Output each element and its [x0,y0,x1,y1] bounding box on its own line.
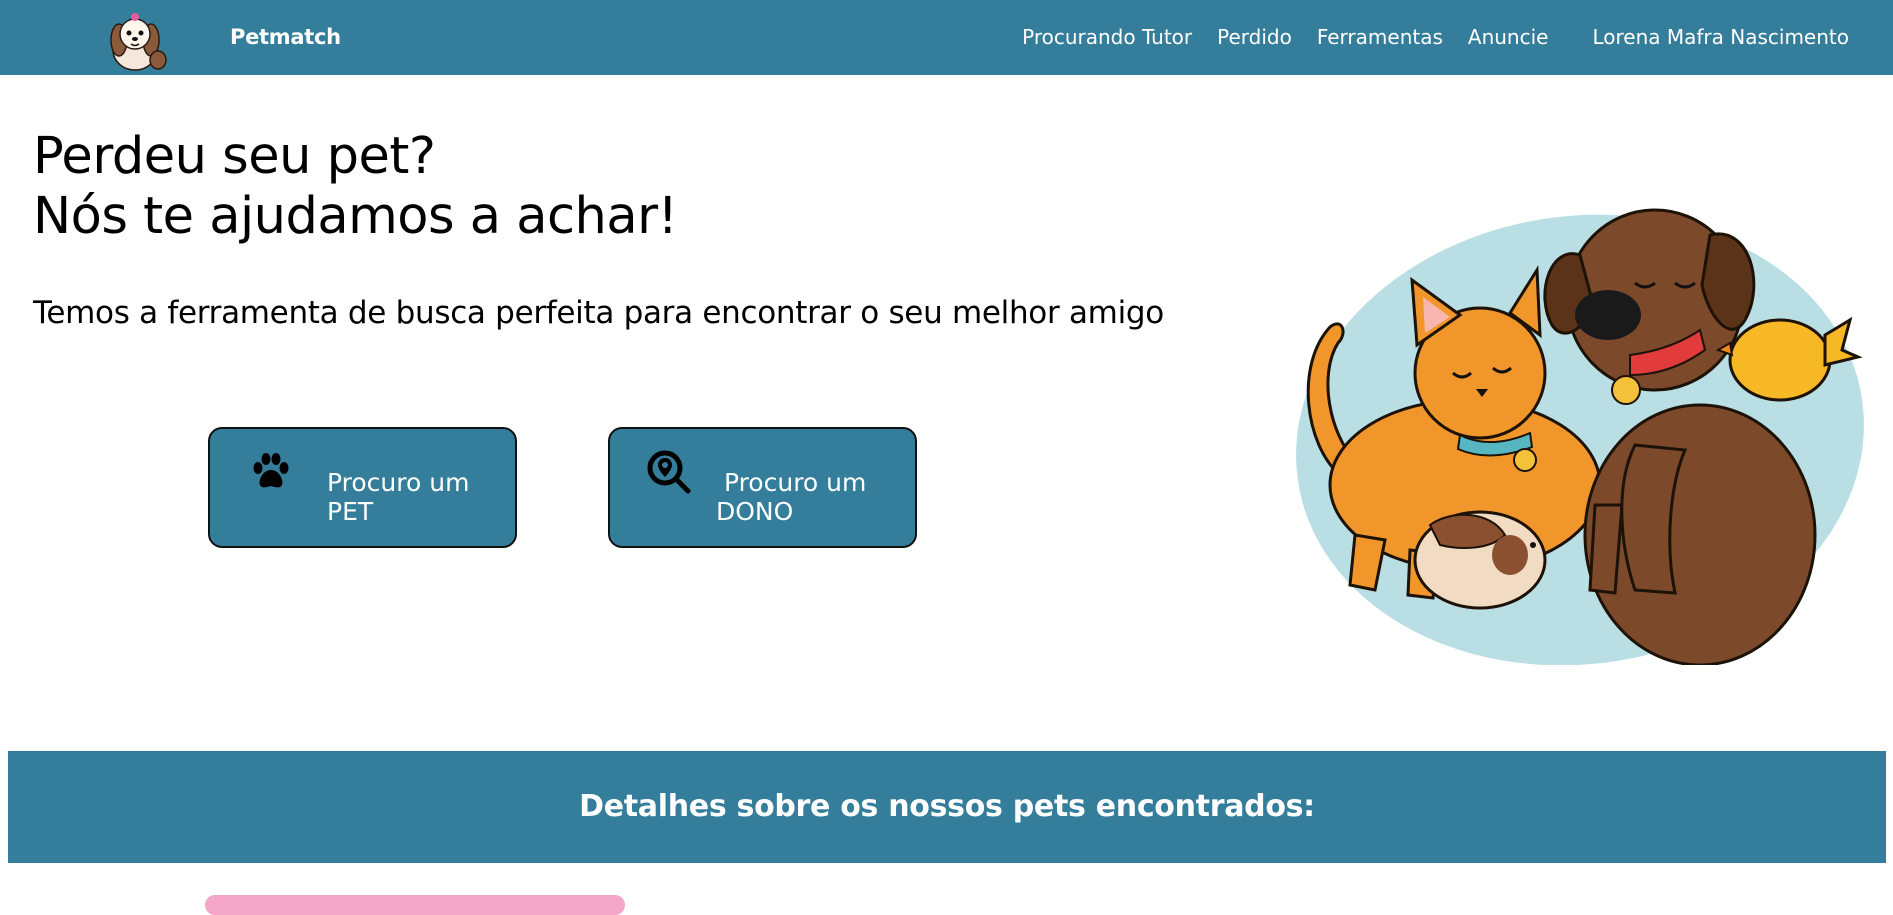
find-owner-button-label: Procuro um DONO [716,468,867,526]
nav-link-perdido[interactable]: Perdido [1217,25,1292,49]
pets-illustration [1296,208,1864,665]
hero-title-line1: Perdeu seu pet? [33,127,436,186]
details-banner: Detalhes sobre os nossos pets encontrado… [8,751,1886,863]
nav-link-procurando-tutor[interactable]: Procurando Tutor [1022,25,1192,49]
find-owner-button[interactable]: Procuro um DONO [608,427,917,548]
details-title: Detalhes sobre os nossos pets encontrado… [579,789,1315,824]
logo-dog-icon[interactable] [103,6,171,74]
nav-link-anuncie[interactable]: Anuncie [1468,25,1549,49]
hero-subtitle: Temos a ferramenta de busca perfeita par… [33,295,1164,331]
hero-title: Perdeu seu pet? Nós te ajudamos a achar! [33,127,678,247]
hero-title-line2: Nós te ajudamos a achar! [33,187,678,246]
brand-name[interactable]: Petmatch [230,25,341,49]
nav-link-ferramentas[interactable]: Ferramentas [1317,25,1443,49]
location-search-icon [647,450,691,494]
nav-links: Procurando Tutor Perdido Ferramentas Anu… [1022,25,1849,49]
find-pet-button-label: Procuro um PET [327,468,470,526]
navbar: Petmatch Procurando Tutor Perdido Ferram… [0,0,1893,75]
pet-card[interactable] [205,895,625,915]
find-pet-button[interactable]: Procuro um PET [208,427,517,548]
paw-icon [253,453,289,488]
user-name-link[interactable]: Lorena Mafra Nascimento [1592,25,1849,49]
